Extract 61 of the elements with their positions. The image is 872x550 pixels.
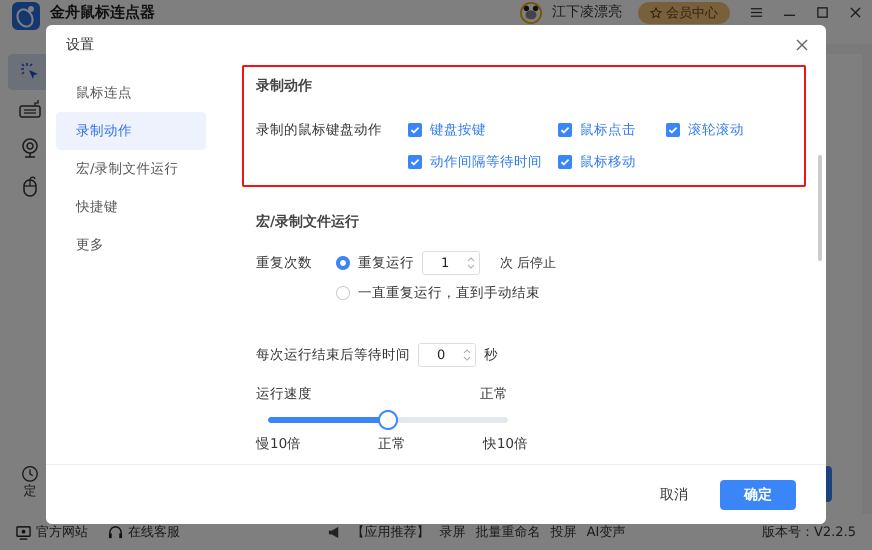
checkbox[interactable] <box>558 123 572 137</box>
slider-tick-label: 快10倍 <box>482 435 528 453</box>
unit-label: 秒 <box>484 346 498 364</box>
confirm-button[interactable]: 确定 <box>720 480 796 510</box>
checkbox-label[interactable]: 鼠标移动 <box>580 153 636 171</box>
promo-link[interactable]: 批量重命名 <box>476 523 541 541</box>
scrollbar-thumb[interactable] <box>818 155 822 261</box>
spinner-arrows-icon[interactable] <box>467 255 475 271</box>
checkbox[interactable] <box>408 123 422 137</box>
field-label: 重复次数 <box>256 254 313 273</box>
slider-thumb[interactable] <box>378 410 398 430</box>
menu-icon[interactable] <box>750 6 763 19</box>
nav-item[interactable]: 鼠标连点 <box>56 74 206 112</box>
speed-value: 正常 <box>480 385 508 403</box>
nav-item[interactable]: 更多 <box>56 226 206 264</box>
checkbox[interactable] <box>408 155 422 169</box>
radio-button[interactable] <box>336 286 350 300</box>
wait-input[interactable]: 0 <box>418 343 476 367</box>
footer-link[interactable]: 在线客服 <box>108 523 180 541</box>
radio-label[interactable]: 重复运行 <box>358 254 414 272</box>
promo-link[interactable]: 录屏 <box>440 523 466 541</box>
app-title: 金舟鼠标连点器 <box>50 2 155 22</box>
promo-label: 【应用推荐】 <box>352 524 430 541</box>
count-input[interactable]: 1 <box>422 251 480 275</box>
user-name[interactable]: 江下凌漂亮 <box>552 2 622 22</box>
star-icon <box>650 7 662 19</box>
field-label: 每次运行结束后等待时间 <box>256 346 410 364</box>
slider-tick-label: 慢10倍 <box>256 435 302 453</box>
spinner-arrows-icon[interactable] <box>463 347 471 363</box>
version-label: 版本号：V2.2.5 <box>762 524 856 541</box>
keyboard-icon[interactable] <box>19 99 41 121</box>
nav-item[interactable]: 录制动作 <box>56 112 206 150</box>
promo-link[interactable]: AI变声 <box>586 523 626 541</box>
nav-item[interactable]: 宏/录制文件运行 <box>56 150 206 188</box>
checkbox-label[interactable]: 滚轮滚动 <box>688 121 744 139</box>
cancel-button[interactable]: 取消 <box>654 484 694 504</box>
field-label: 运行速度 <box>256 385 312 403</box>
vip-center-button[interactable]: 会员中心 <box>638 2 730 24</box>
footer-link[interactable]: 官方网站 <box>16 523 88 541</box>
dialog-title: 设置 <box>66 36 94 54</box>
section-title: 录制动作 <box>256 77 313 95</box>
close-icon[interactable] <box>849 6 862 19</box>
maximize-icon[interactable] <box>816 6 829 19</box>
slider-tick-label: 正常 <box>378 435 406 453</box>
clock-icon[interactable] <box>21 464 39 482</box>
count-suffix: 次 后停止 <box>500 255 556 272</box>
headset-icon <box>108 524 123 540</box>
field-label: 录制的鼠标键盘动作 <box>256 121 383 140</box>
checkbox-label[interactable]: 键盘按键 <box>430 121 486 139</box>
checkbox[interactable] <box>558 155 572 169</box>
promo-link[interactable]: 投屏 <box>550 523 577 541</box>
radio-label[interactable]: 一直重复运行，直到手动结束 <box>358 284 540 302</box>
monitor-icon <box>16 524 31 540</box>
section-title: 宏/录制文件运行 <box>256 213 360 231</box>
checkbox[interactable] <box>666 123 680 137</box>
timer-label[interactable]: 定 <box>24 482 36 500</box>
radio-button[interactable] <box>336 256 350 270</box>
checkbox-label[interactable]: 鼠标点击 <box>580 121 636 139</box>
checkbox-label[interactable]: 动作间隔等待时间 <box>430 153 542 171</box>
close-icon[interactable] <box>796 39 808 51</box>
nav-item[interactable]: 快捷键 <box>56 188 206 226</box>
